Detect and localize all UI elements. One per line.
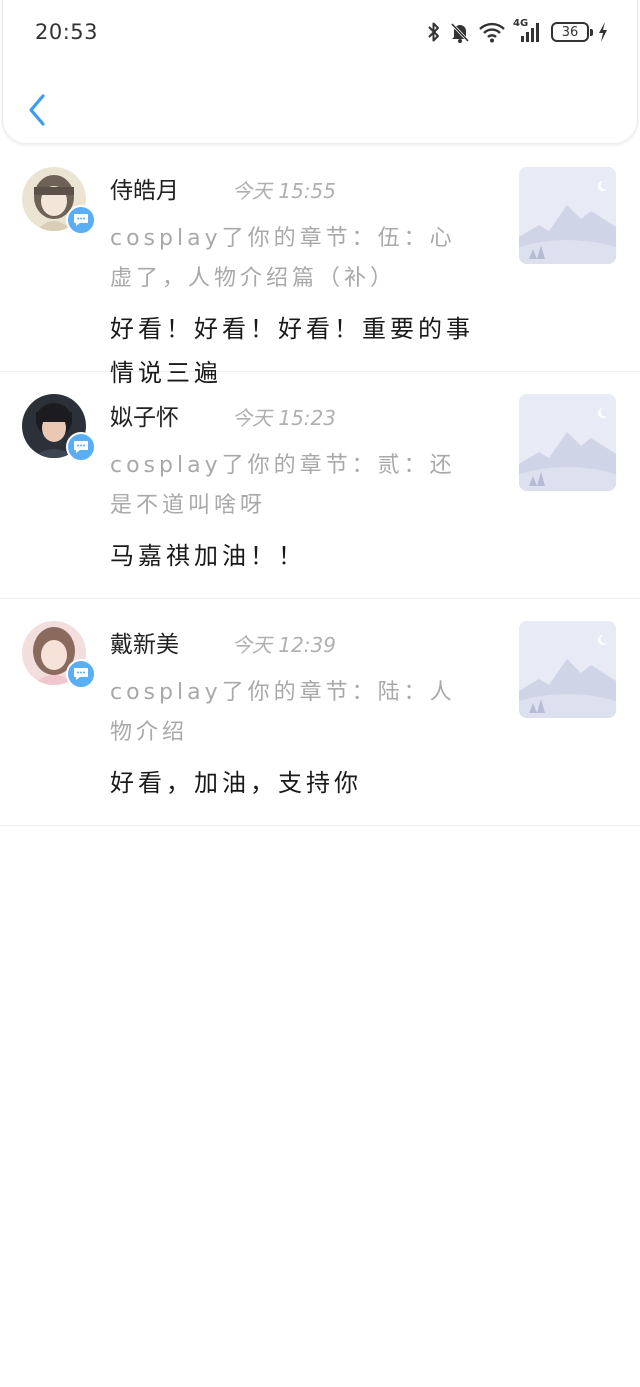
cosplay-action-text[interactable]: cosplay了你的章节：伍：心虚了，人物介绍篇（补） [110, 219, 480, 299]
status-time: 20:53 [35, 20, 99, 44]
wifi-icon [479, 22, 505, 43]
chapter-thumbnail[interactable] [519, 167, 616, 264]
comment-badge [66, 205, 96, 235]
status-bar: 20:53 4G 36 [3, 0, 639, 64]
cosplay-action-text[interactable]: cosplay了你的章节：贰：还是不道叫啥呀 [110, 446, 480, 526]
comment-list: 侍皓月 今天 15:55 cosplay了你的章节：伍：心虚了，人物介绍篇（补）… [0, 145, 640, 826]
comment-time: 今天 15:23 [232, 406, 336, 430]
avatar-wrap [22, 621, 96, 693]
signal-bars-icon [521, 23, 539, 42]
charging-bolt-icon [599, 22, 607, 42]
list-item[interactable]: 侍皓月 今天 15:55 cosplay了你的章节：伍：心虚了，人物介绍篇（补）… [0, 145, 640, 387]
cosplay-action-text[interactable]: cosplay了你的章节：陆：人物介绍 [110, 673, 480, 753]
user-name[interactable]: 侍皓月 [110, 171, 179, 205]
user-name[interactable]: 姒子怀 [110, 398, 179, 432]
back-button[interactable] [23, 88, 55, 132]
speech-bubble-icon [74, 214, 88, 226]
chapter-thumbnail[interactable] [519, 394, 616, 491]
user-name[interactable]: 戴新美 [110, 625, 179, 659]
top-header: 20:53 4G 36 [2, 0, 638, 144]
avatar-wrap [22, 394, 96, 466]
mute-bell-icon [450, 22, 470, 43]
speech-bubble-icon [74, 441, 88, 453]
list-item[interactable]: 戴新美 今天 12:39 cosplay了你的章节：陆：人物介绍 好看，加油，支… [0, 599, 640, 826]
mountain-placeholder-icon [519, 167, 616, 264]
comment-time: 今天 12:39 [232, 633, 336, 657]
comment-time: 今天 15:55 [232, 179, 336, 203]
speech-bubble-icon [74, 668, 88, 680]
avatar-wrap [22, 167, 96, 239]
comment-text: 好看，加油，支持你 [110, 769, 362, 797]
bluetooth-icon [428, 22, 439, 42]
comment-badge [66, 659, 96, 689]
battery-level: 36 [561, 24, 579, 40]
battery-indicator: 36 [551, 22, 593, 42]
comment-badge [66, 432, 96, 462]
mountain-placeholder-icon [519, 621, 616, 718]
cellular-signal: 4G [513, 18, 543, 44]
chevron-left-icon [29, 94, 45, 126]
comment-text: 马嘉祺加油！！ [110, 542, 306, 570]
chapter-thumbnail[interactable] [519, 621, 616, 718]
list-item[interactable]: 姒子怀 今天 15:23 cosplay了你的章节：贰：还是不道叫啥呀 马嘉祺加… [0, 372, 640, 599]
status-icons: 4G 36 [427, 18, 609, 46]
mountain-placeholder-icon [519, 394, 616, 491]
